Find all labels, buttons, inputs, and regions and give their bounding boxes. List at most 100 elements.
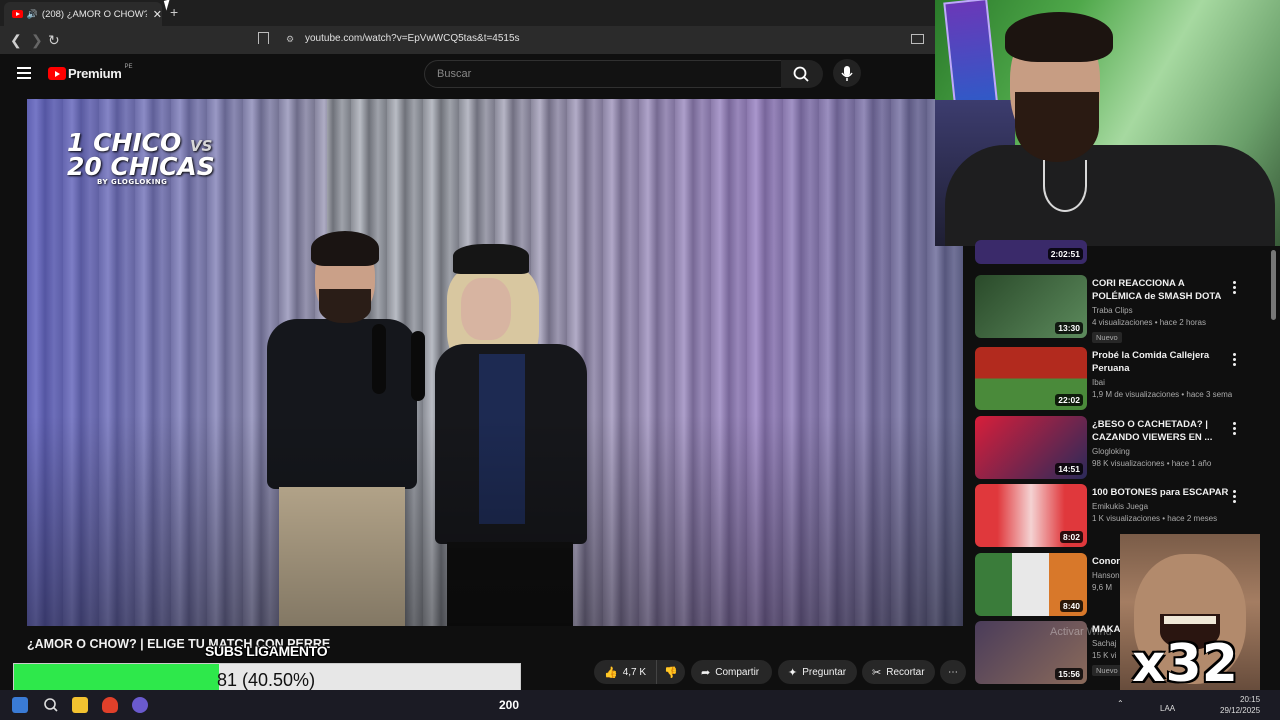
search-taskbar-icon[interactable] [43, 697, 59, 713]
sidebar-scrollbar[interactable] [1271, 250, 1276, 320]
dislike-button[interactable]: 👎 [656, 660, 685, 684]
back-icon[interactable]: ❮ [10, 32, 22, 49]
show-logo-line2: 20 CHICAS [67, 151, 215, 181]
speaker-icon[interactable]: 🔊 [27, 9, 38, 20]
video-thumbnail[interactable]: 13:30 [975, 275, 1087, 338]
duration-badge: 15:56 [1055, 668, 1083, 680]
new-badge: Nuevo [1092, 332, 1122, 343]
subs-goal-label: SUBS LIGAMENTO [205, 643, 328, 659]
video-player[interactable]: 1 CHICO VS 20 CHICAS BY GLOGLOKING [27, 99, 963, 626]
country-code: PE [124, 63, 133, 70]
list-item[interactable]: 13:30 CORI REACCIONA A POLÉMICA de SMASH… [975, 275, 1275, 343]
discord-icon[interactable] [132, 697, 148, 713]
search-button[interactable] [781, 60, 823, 88]
show-logo: 1 CHICO VS 20 CHICAS BY GLOGLOKING [67, 130, 215, 185]
search-input[interactable] [435, 67, 759, 81]
search-icon [793, 66, 809, 82]
list-item[interactable]: 22:02 Probé la Comida Callejera Peruana … [975, 347, 1275, 413]
view-stats: 1,9 M de visualizaciones • hace 3 seman.… [1092, 390, 1232, 399]
microphone-icon [841, 66, 853, 81]
laughing-meme-overlay: x32 [1120, 534, 1260, 704]
more-options-icon[interactable] [1233, 281, 1236, 296]
share-button[interactable]: ➦ Compartir [691, 660, 772, 684]
youtube-favicon-icon [12, 10, 23, 18]
more-actions-button[interactable]: ⋯ [940, 660, 966, 684]
ask-button[interactable]: ✦ Preguntar [778, 660, 857, 684]
cast-icon[interactable] [911, 34, 924, 44]
duration-badge: 8:40 [1059, 600, 1083, 612]
youtube-header: Premium PE [0, 54, 935, 94]
duration-badge: 2:02:51 [1047, 248, 1083, 260]
share-label: Compartir [715, 666, 760, 678]
video-thumbnail[interactable]: 8:40 [975, 553, 1087, 616]
folder-icon[interactable] [72, 697, 88, 713]
url-field[interactable]: youtube.com/watch?v=EpVwWCQ5tas&t=4515s [305, 33, 520, 44]
duration-badge: 14:51 [1055, 463, 1083, 475]
video-title[interactable]: ¿BESO O CACHETADA? | CAZANDO VIEWERS EN … [1092, 418, 1232, 444]
youtube-play-icon [48, 67, 66, 80]
video-title[interactable]: 100 BOTONES para ESCAPAR [1092, 486, 1232, 499]
video-title[interactable]: CORI REACCIONA A POLÉMICA de SMASH DOTA … [1092, 277, 1232, 303]
sparkle-icon: ✦ [788, 666, 798, 679]
more-options-icon[interactable] [1233, 422, 1236, 437]
voice-search-button[interactable] [833, 59, 861, 87]
youtube-premium-logo[interactable]: Premium PE [48, 63, 133, 81]
more-icon: ⋯ [948, 666, 958, 678]
thumbs-up-icon: 👍 [604, 666, 618, 679]
video-thumbnail[interactable]: 22:02 [975, 347, 1087, 410]
store-icon[interactable] [12, 697, 28, 713]
share-icon: ➦ [701, 666, 711, 679]
channel-name[interactable]: Ibai [1092, 378, 1232, 387]
activate-windows-watermark: Activar Wind [1050, 626, 1112, 638]
view-stats: 98 K visualizaciones • hace 1 año [1092, 459, 1212, 468]
duration-badge: 22:02 [1055, 394, 1083, 406]
view-stats: 4 visualizaciones • hace 2 horas [1092, 318, 1206, 327]
clip-button[interactable]: ✂ Recortar [862, 660, 935, 684]
reload-icon[interactable]: ↻ [48, 32, 60, 49]
list-item[interactable]: 2:02:51 [975, 240, 1275, 270]
meme-multiplier: x32 [1132, 634, 1238, 694]
language-indicator[interactable]: LAA [1160, 704, 1175, 713]
duration-badge: 8:02 [1059, 531, 1083, 543]
address-bar: ❮ ❯ ↻ ⚙ youtube.com/watch?v=EpVwWCQ5tas&… [0, 26, 935, 54]
chevron-up-icon[interactable]: ⌃ [1117, 699, 1124, 708]
system-clock[interactable]: 20:15 29/12/2025 [1220, 694, 1260, 716]
subs-goal-text: 81 (40.50%) [217, 670, 316, 690]
tab-title: (208) ¿AMOR O CHOW? | ELI [41, 8, 147, 20]
search-box [424, 60, 783, 88]
close-tab-icon[interactable]: ✕ [153, 8, 162, 21]
channel-name[interactable]: Glogloking [1092, 447, 1232, 456]
video-title[interactable]: Probé la Comida Callejera Peruana [1092, 349, 1232, 375]
site-info-icon[interactable]: ⚙ [286, 34, 294, 45]
browser-tab[interactable]: 🔊 (208) ¿AMOR O CHOW? | ELI ✕ [4, 2, 162, 26]
thumbs-down-icon: 👎 [664, 666, 678, 679]
list-item[interactable]: 14:51 ¿BESO O CACHETADA? | CAZANDO VIEWE… [975, 416, 1275, 482]
logo-text: Premium [68, 66, 122, 81]
brave-icon[interactable] [102, 697, 118, 713]
video-thumbnail[interactable]: 8:02 [975, 484, 1087, 547]
taskbar: 200 ⌃ LAA 20:15 29/12/2025 [0, 690, 1280, 720]
clip-label: Recortar [886, 666, 925, 678]
clock-date: 29/12/2025 [1220, 706, 1261, 715]
channel-name[interactable]: Emikukis Juega [1092, 502, 1232, 511]
new-badge: Nuevo [1092, 665, 1122, 676]
view-stats: 1 K visualizaciones • hace 2 meses [1092, 514, 1218, 523]
duration-badge: 13:30 [1055, 322, 1083, 334]
ask-label: Preguntar [802, 666, 847, 678]
like-count: 4,7 K [622, 666, 647, 678]
streamer-webcam [935, 0, 1280, 246]
clock-time: 20:15 [1240, 695, 1261, 704]
channel-name[interactable]: Traba Clips [1092, 306, 1232, 315]
hamburger-menu-icon[interactable] [17, 67, 31, 82]
scissors-icon: ✂ [872, 666, 882, 679]
browser-tabstrip: 🔊 (208) ¿AMOR O CHOW? | ELI ✕ + [0, 0, 935, 26]
video-thumbnail[interactable]: 14:51 [975, 416, 1087, 479]
video-thumbnail[interactable]: 2:02:51 [975, 240, 1087, 264]
bookmark-icon[interactable] [258, 32, 269, 44]
counter-value: 200 [499, 698, 520, 712]
more-options-icon[interactable] [1233, 353, 1236, 368]
more-options-icon[interactable] [1233, 490, 1236, 505]
poster [943, 0, 999, 114]
like-button[interactable]: 👍 4,7 K [594, 660, 656, 684]
forward-icon[interactable]: ❯ [31, 32, 43, 49]
